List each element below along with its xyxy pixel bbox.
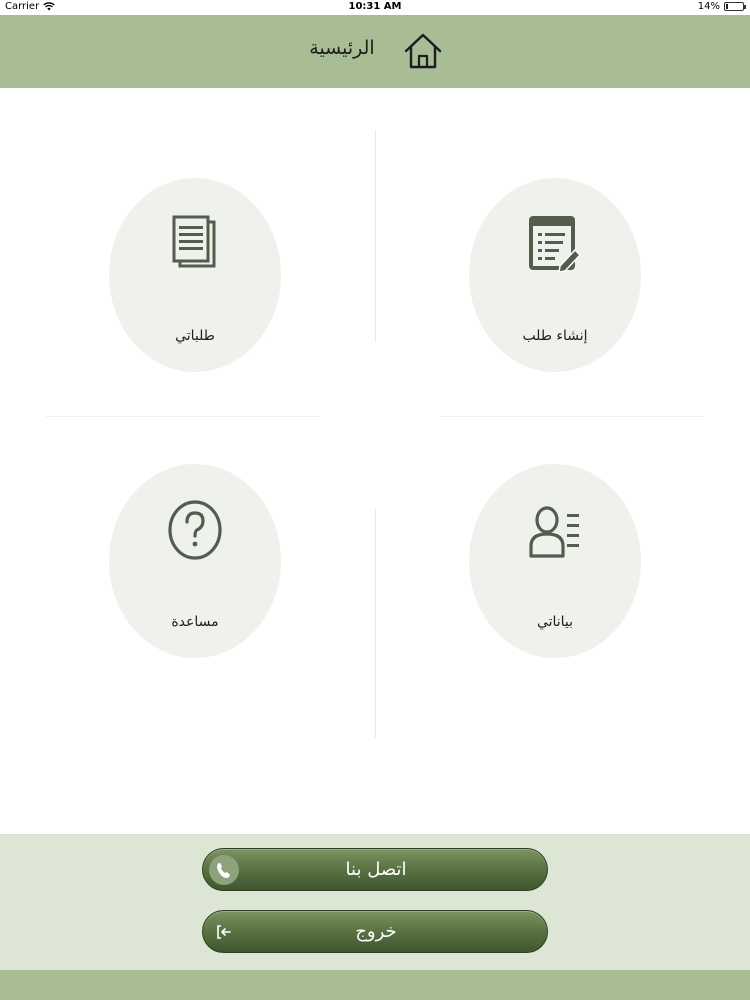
battery-percent: 14% — [697, 1, 720, 12]
footer-panel: اتصل بنا خروج — [0, 834, 750, 970]
tile-help[interactable]: مساعدة — [109, 464, 281, 658]
status-time: 10:31 AM — [348, 1, 402, 12]
tile-label: بياناتي — [536, 614, 574, 630]
header-bar: الرئيسية — [0, 15, 750, 88]
page-title: الرئيسية — [309, 37, 375, 59]
tile-my-data[interactable]: بياناتي — [469, 464, 641, 658]
bottom-bar — [0, 970, 750, 1000]
tile-label: مساعدة — [171, 614, 219, 630]
contact-us-button[interactable]: اتصل بنا — [202, 848, 548, 891]
logout-button[interactable]: خروج — [202, 910, 548, 953]
tile-create-request[interactable]: إنشاء طلب — [469, 178, 641, 372]
tile-label: إنشاء طلب — [522, 328, 588, 344]
help-icon — [168, 500, 222, 560]
divider-vertical-top — [375, 130, 376, 342]
tile-label: طلباتي — [175, 328, 215, 344]
profile-list-icon — [529, 506, 579, 558]
status-bar: Carrier 10:31 AM 14% — [0, 0, 750, 15]
main-menu: إنشاء طلب طلباتي بياناتي مساعدة — [0, 88, 750, 834]
contact-us-label: اتصل بنا — [345, 859, 407, 880]
documents-icon — [172, 215, 216, 268]
status-right: 14% — [697, 1, 746, 12]
logout-label: خروج — [355, 921, 397, 942]
create-request-icon — [529, 216, 582, 273]
divider-horizontal-left — [46, 416, 320, 417]
home-icon[interactable] — [402, 31, 444, 71]
battery-icon — [724, 2, 746, 11]
divider-vertical-bottom — [375, 508, 376, 738]
divider-horizontal-right — [440, 416, 704, 417]
tile-my-requests[interactable]: طلباتي — [109, 178, 281, 372]
battery-fill — [726, 4, 728, 9]
